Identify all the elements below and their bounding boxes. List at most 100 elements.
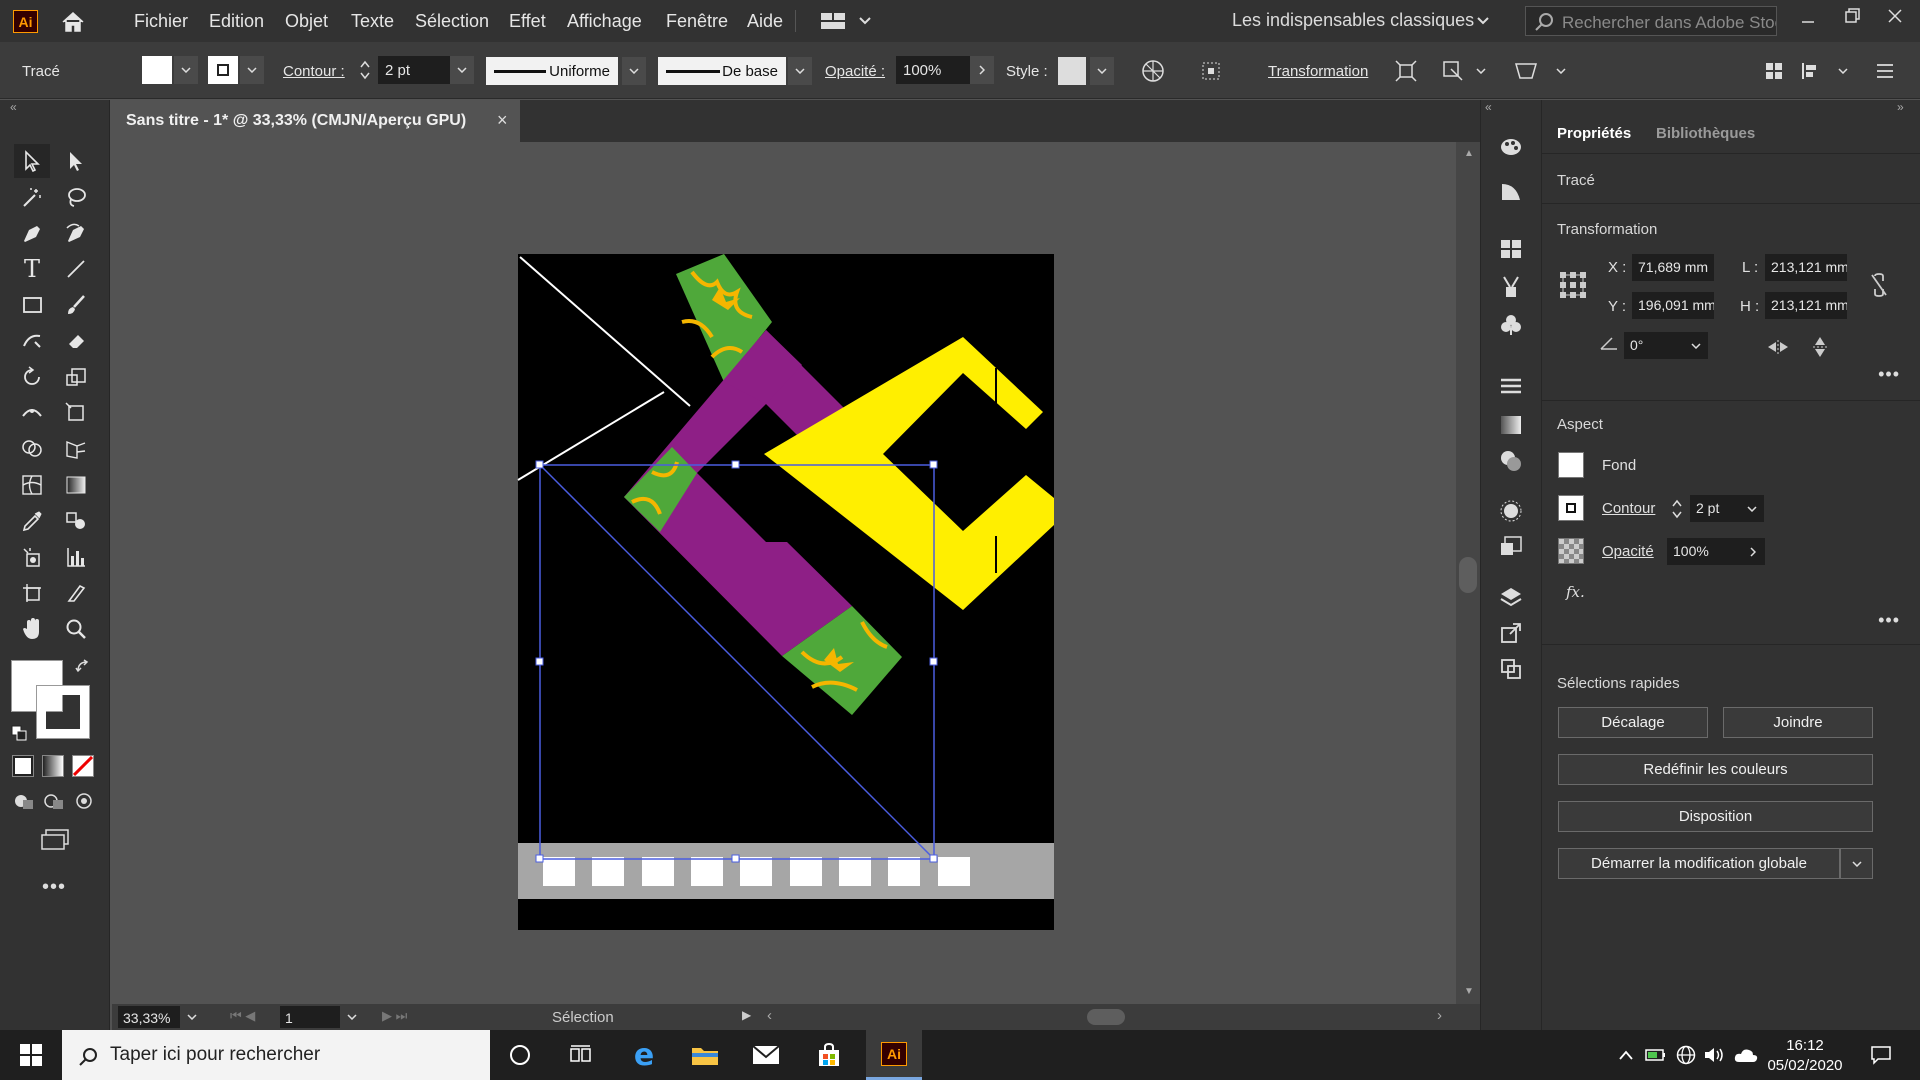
status-menu-icon[interactable]: ▶ <box>742 1008 751 1022</box>
system-clock[interactable]: 16:12 05/02/2020 <box>1765 1036 1845 1076</box>
minimize-icon[interactable] <box>1795 6 1821 32</box>
document-tab[interactable]: Sans titre - 1* @ 33,33% (CMJN/Aperçu GP… <box>112 100 520 142</box>
stroke-weight-field[interactable]: 2 pt <box>378 56 450 84</box>
artboard-tool-icon[interactable] <box>14 576 50 610</box>
notifications-icon[interactable] <box>1865 1040 1897 1070</box>
graphic-styles-icon[interactable] <box>1498 534 1524 560</box>
default-colors-icon[interactable] <box>8 722 30 744</box>
color-mode-icon[interactable] <box>12 755 34 777</box>
grid-icon[interactable] <box>1761 58 1787 84</box>
menu-fichier[interactable]: Fichier <box>134 11 188 32</box>
rotate-tool-icon[interactable] <box>14 360 50 394</box>
tab-properties[interactable]: Propriétés <box>1557 125 1631 142</box>
cortana-icon[interactable] <box>504 1040 536 1070</box>
artboard-artwork[interactable] <box>112 142 1456 1004</box>
opacity-field[interactable]: 100% <box>896 56 970 84</box>
draw-behind-icon[interactable] <box>40 788 68 814</box>
layers-icon[interactable] <box>1498 584 1524 610</box>
opacity-label[interactable]: Opacité : <box>825 63 885 80</box>
chevron-up-icon[interactable] <box>1610 1040 1642 1070</box>
menu-objet[interactable]: Objet <box>285 11 328 32</box>
last-artboard-icon[interactable]: ▶ ⏭ <box>382 1008 407 1024</box>
free-transform-tool-icon[interactable] <box>58 396 94 430</box>
swap-colors-icon[interactable] <box>72 656 94 678</box>
y-field[interactable]: 196,091 mm <box>1632 292 1714 319</box>
close-tab-icon[interactable]: × <box>497 110 508 131</box>
rectangle-tool-icon[interactable] <box>14 288 50 322</box>
chevron-right-icon[interactable] <box>970 56 994 84</box>
brush-definition[interactable]: De base <box>658 57 786 85</box>
artboards-icon[interactable] <box>1498 656 1524 682</box>
fill-color-box[interactable] <box>1558 452 1584 478</box>
lasso-tool-icon[interactable] <box>58 180 94 214</box>
menu-effet[interactable]: Effet <box>509 11 546 32</box>
collapse-panel-icon[interactable]: » <box>1897 100 1904 114</box>
scroll-right-icon[interactable]: › <box>1437 1007 1442 1024</box>
chevron-down-icon[interactable] <box>1090 57 1114 85</box>
pen-tool-icon[interactable] <box>14 216 50 250</box>
vertical-scrollbar[interactable]: ▲ ▼ <box>1456 142 1480 1004</box>
opacity-input[interactable]: 100% <box>1667 538 1741 565</box>
scroll-up-icon[interactable]: ▲ <box>1464 148 1474 159</box>
appearance-icon[interactable] <box>1498 498 1524 524</box>
panel-menu-icon[interactable] <box>1872 58 1898 84</box>
color-palette-icon[interactable] <box>1498 134 1524 160</box>
transform-each-icon[interactable] <box>1440 58 1466 84</box>
x-field[interactable]: 71,689 mm <box>1632 254 1714 281</box>
chevron-down-icon[interactable] <box>1830 58 1856 84</box>
chevron-down-icon[interactable] <box>450 56 474 84</box>
isolate-icon[interactable] <box>1393 58 1419 84</box>
envelope-distort-icon[interactable] <box>1513 58 1539 84</box>
stroke-panel-icon[interactable] <box>1498 374 1524 400</box>
artboard-number-field[interactable]: 1 <box>280 1006 340 1028</box>
width-tool-icon[interactable] <box>14 396 50 430</box>
angle-field[interactable]: 0° <box>1624 332 1684 359</box>
fx-icon[interactable]: fx. <box>1566 583 1585 601</box>
blend-tool-icon[interactable] <box>58 504 94 538</box>
edge-browser-icon[interactable]: e <box>628 1038 660 1073</box>
chevron-down-icon[interactable] <box>1548 58 1574 84</box>
more-transform-options-icon[interactable]: ••• <box>1878 364 1900 385</box>
curvature-tool-icon[interactable] <box>58 216 94 250</box>
scale-tool-icon[interactable] <box>58 360 94 394</box>
zoom-field[interactable]: 33,33% <box>118 1006 180 1028</box>
slice-tool-icon[interactable] <box>58 576 94 610</box>
shaper-tool-icon[interactable] <box>14 324 50 358</box>
flip-vertical-icon[interactable] <box>1807 334 1833 360</box>
screen-mode-icon[interactable] <box>38 826 72 852</box>
mesh-tool-icon[interactable] <box>14 468 50 502</box>
draw-inside-icon[interactable] <box>70 788 98 814</box>
chevron-down-icon[interactable] <box>342 1006 362 1028</box>
magic-wand-tool-icon[interactable] <box>14 180 50 214</box>
taskbar-search-input[interactable]: Taper ici pour rechercher <box>62 1030 490 1080</box>
variable-width-profile[interactable]: Uniforme <box>486 57 618 85</box>
chevron-down-icon[interactable] <box>1468 58 1494 84</box>
gradient-tool-icon[interactable] <box>58 468 94 502</box>
direct-selection-tool-icon[interactable] <box>58 144 94 178</box>
stroke-swatch[interactable] <box>208 56 238 84</box>
export-icon[interactable] <box>1498 620 1524 646</box>
chevron-down-icon[interactable] <box>1840 848 1873 879</box>
stroke-label[interactable]: Contour : <box>283 63 345 80</box>
recolor-button[interactable]: Redéfinir les couleurs <box>1558 754 1873 785</box>
chevron-down-icon[interactable] <box>240 56 264 84</box>
stroke-color-box[interactable] <box>1558 495 1584 521</box>
brushes-icon[interactable] <box>1498 274 1524 300</box>
paintbrush-tool-icon[interactable] <box>58 288 94 322</box>
onedrive-icon[interactable] <box>1730 1040 1762 1070</box>
menu-selection[interactable]: Sélection <box>415 11 489 32</box>
horizontal-scroll-thumb[interactable] <box>1087 1009 1125 1025</box>
store-icon[interactable] <box>813 1040 845 1070</box>
mail-icon[interactable] <box>750 1040 782 1070</box>
scroll-down-icon[interactable]: ▼ <box>1464 986 1474 997</box>
flip-horizontal-icon[interactable] <box>1765 334 1791 360</box>
arrange-documents-icon[interactable] <box>820 8 846 34</box>
collapse-toolbar-icon[interactable]: « <box>10 100 17 114</box>
none-mode-icon[interactable] <box>72 755 94 777</box>
workspace-switcher[interactable]: Les indispensables classiques <box>1232 10 1474 31</box>
first-artboard-icon[interactable]: ⏮ ◀ <box>230 1008 255 1024</box>
chevron-down-icon[interactable] <box>622 57 646 85</box>
taskbar-illustrator-button[interactable]: Ai <box>866 1030 922 1080</box>
battery-icon[interactable] <box>1640 1040 1672 1070</box>
width-field[interactable]: 213,121 mm <box>1765 254 1847 281</box>
